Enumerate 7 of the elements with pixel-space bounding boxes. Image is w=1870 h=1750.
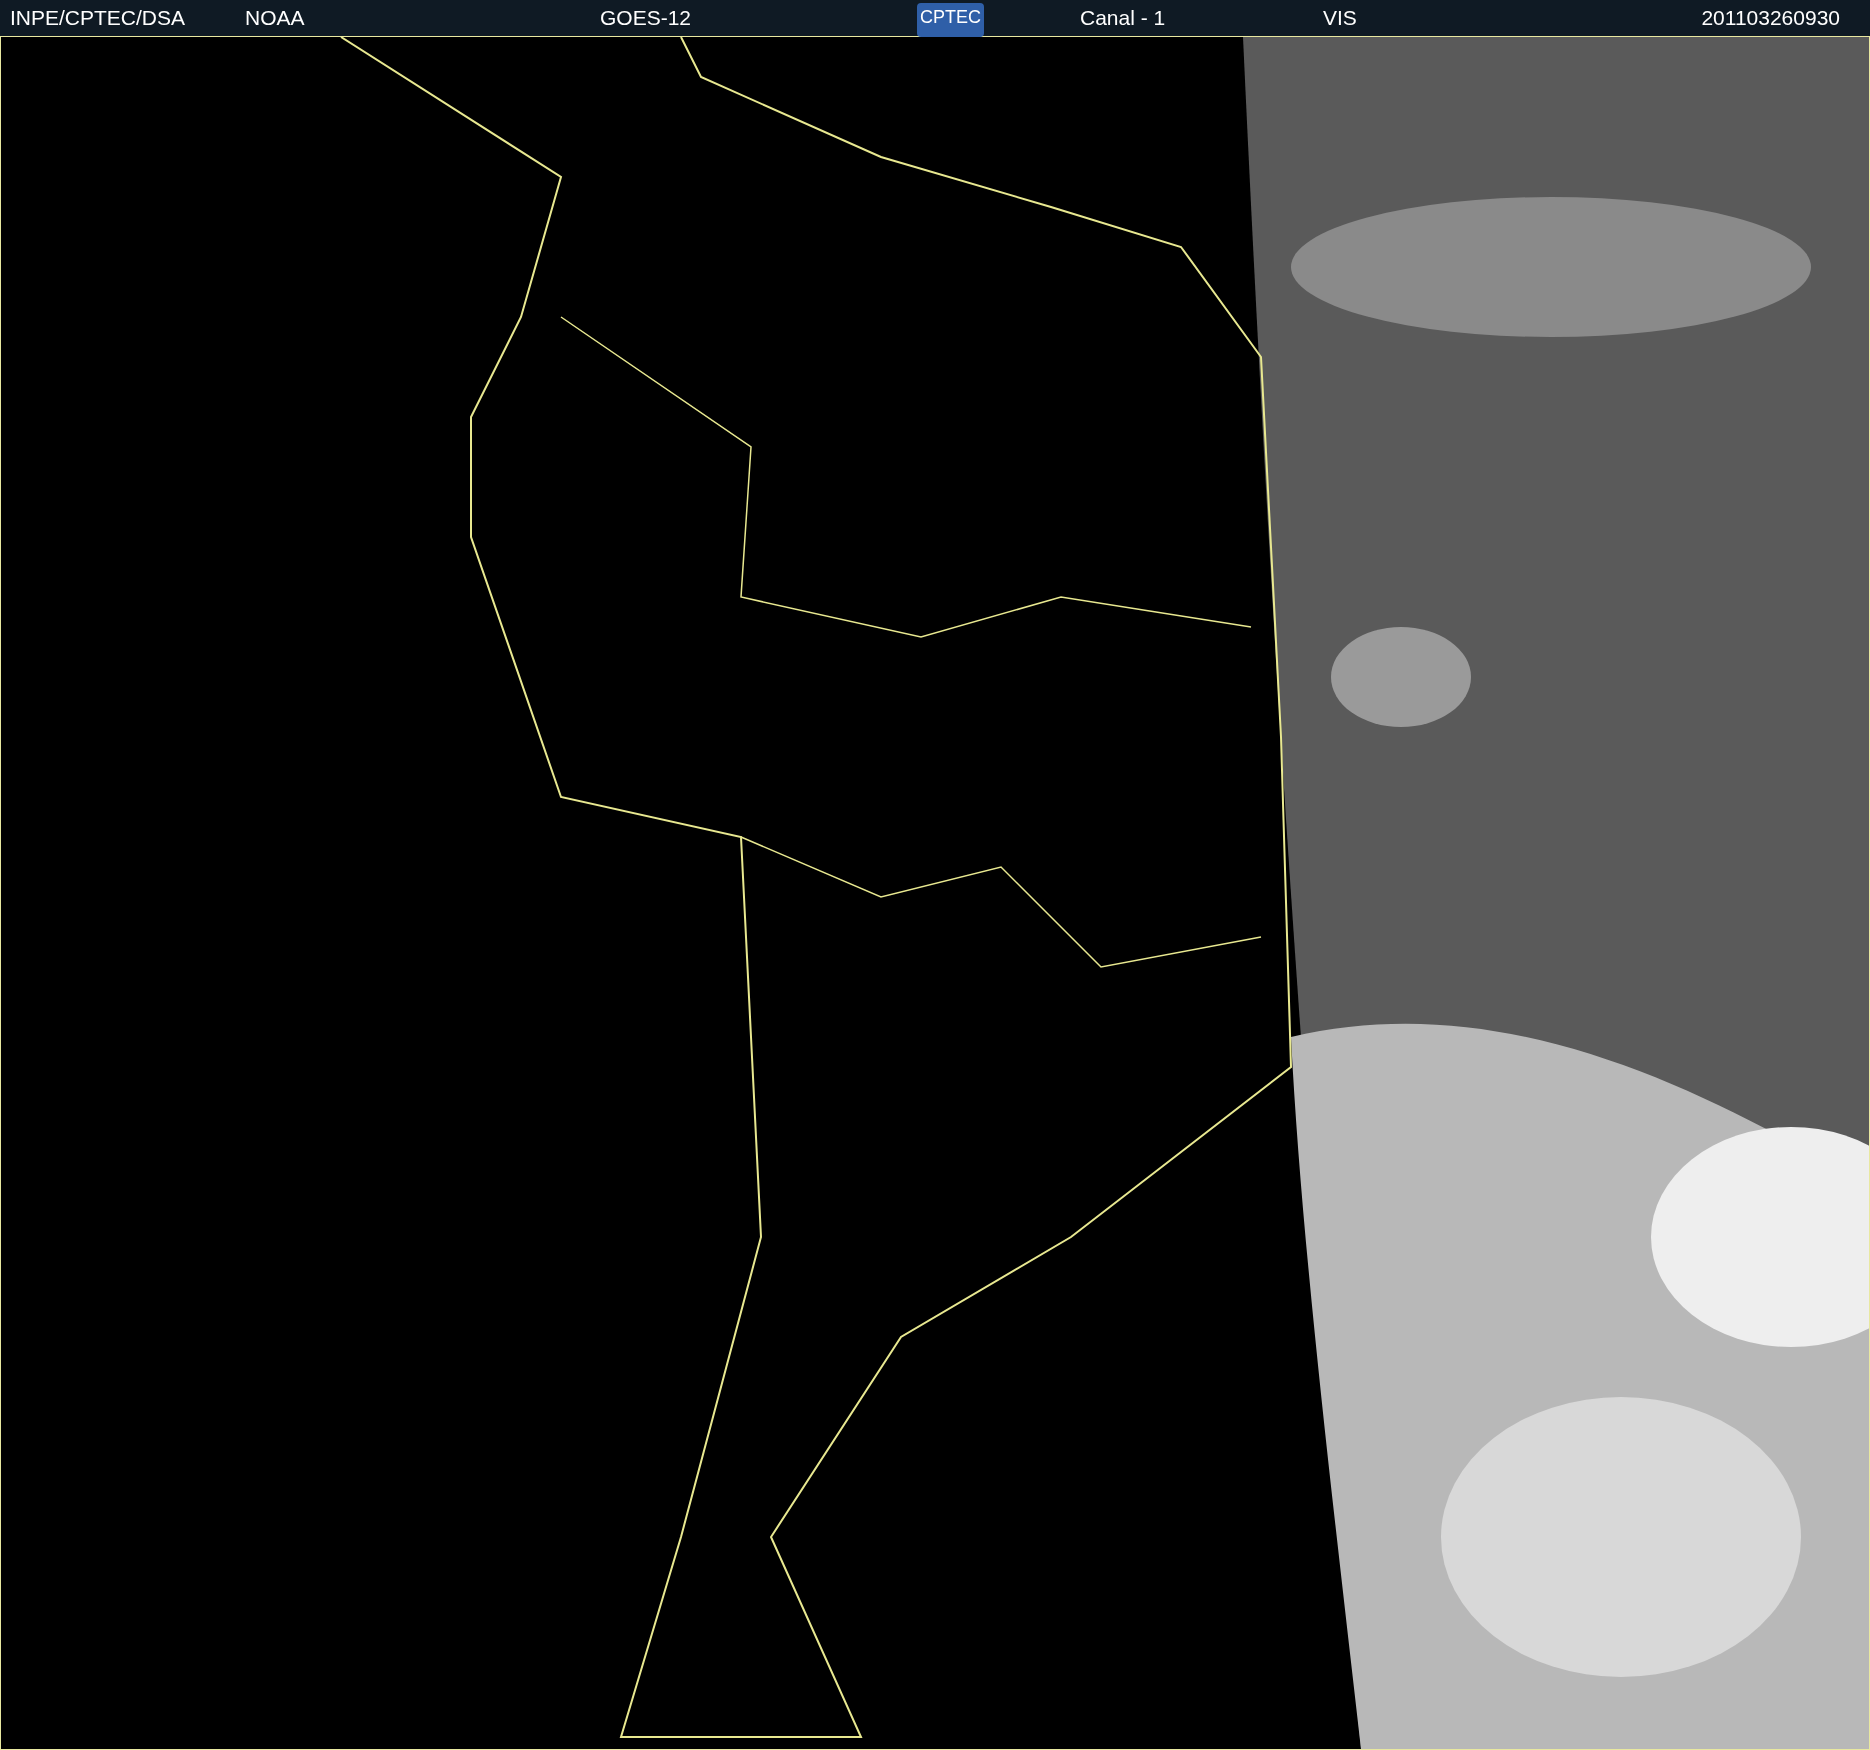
header-label: INPE/CPTEC/DSA <box>10 6 186 30</box>
logo: CPTEC <box>917 2 984 37</box>
header-label: VIS <box>1323 6 1357 30</box>
header-label: NOAA <box>245 6 305 30</box>
header-label: 201103260930 <box>1701 6 1840 30</box>
header-label: GOES-12 <box>600 6 692 30</box>
header-label: Canal - 1 <box>1080 6 1166 30</box>
